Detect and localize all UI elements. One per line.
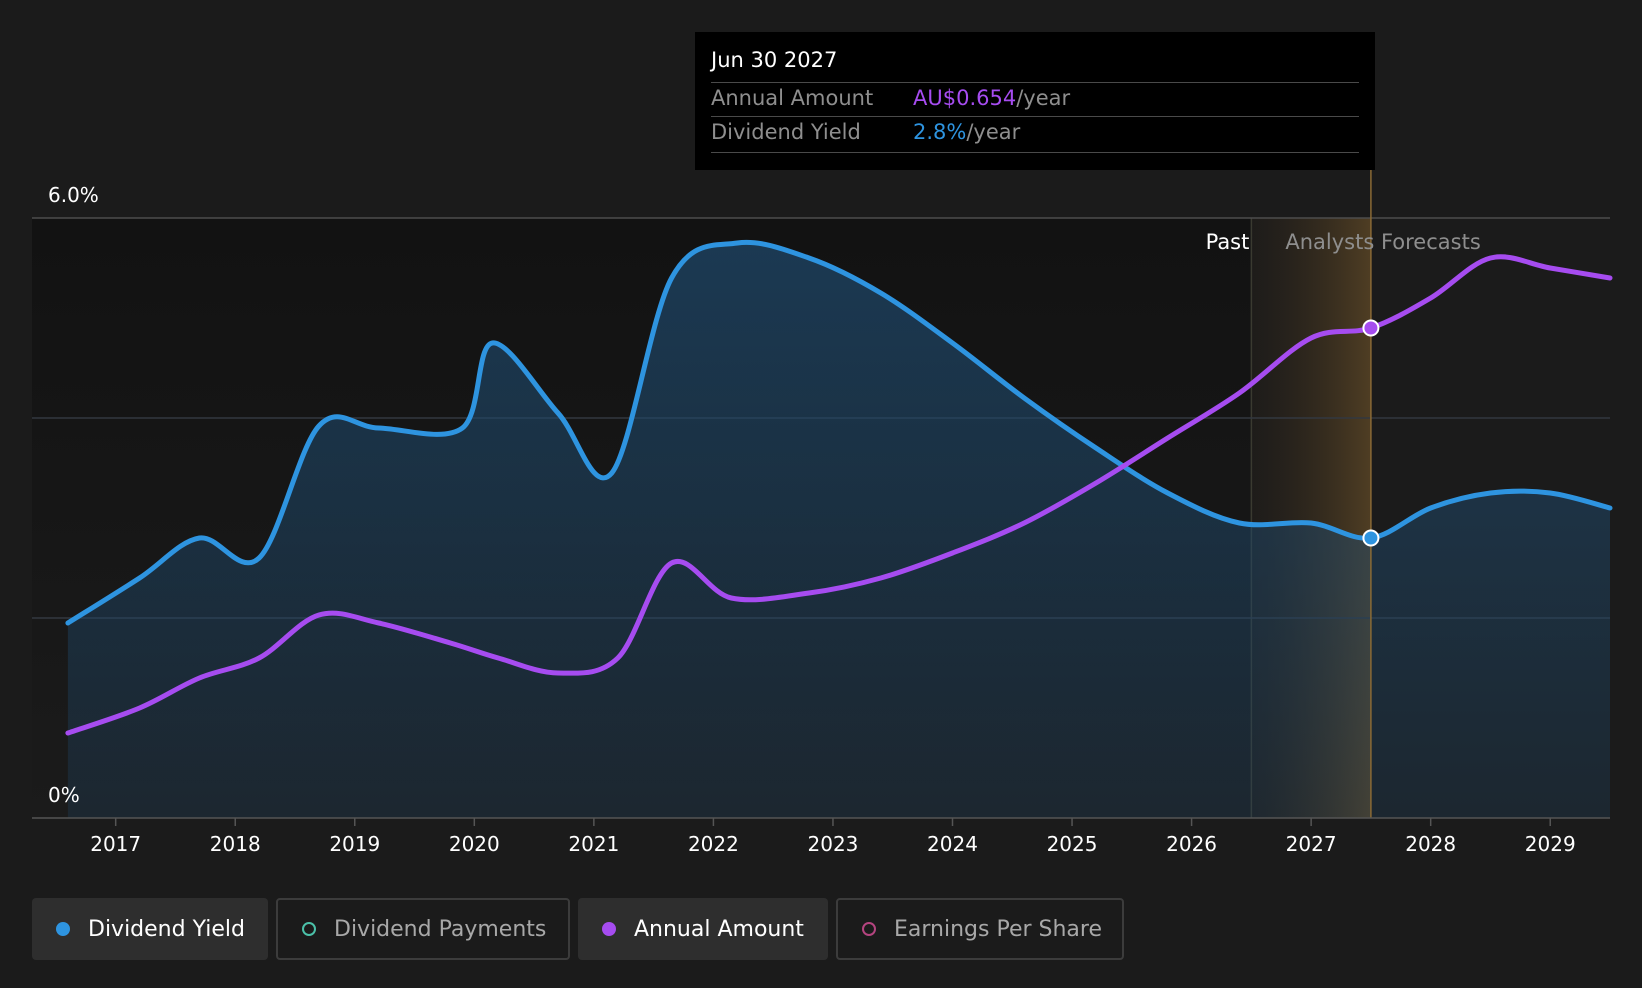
- x-tick-label: 2023: [808, 832, 859, 856]
- annual-amount-dot-icon: [602, 922, 616, 936]
- analysts-forecasts-label: Analysts Forecasts: [1285, 230, 1480, 254]
- legend-label: Dividend Yield: [88, 916, 245, 942]
- tooltip-date: Jun 30 2027: [711, 48, 838, 72]
- x-tick-label: 2018: [210, 832, 261, 856]
- annual-amount-highlight-point: [1362, 319, 1380, 337]
- past-label: Past: [1206, 230, 1250, 254]
- dividend-payments-ring-icon: [302, 922, 316, 936]
- tooltip-label: Dividend Yield: [711, 120, 861, 144]
- tooltip-unit: /year: [1016, 86, 1071, 110]
- tooltip-value: AU$0.654: [913, 86, 1017, 110]
- legend-label: Earnings Per Share: [894, 916, 1103, 942]
- y-tick-label: 0%: [48, 783, 80, 807]
- dividend-yield-highlight-point: [1362, 529, 1380, 547]
- tooltip-unit: /year: [966, 120, 1021, 144]
- tooltip-label: Annual Amount: [711, 86, 874, 110]
- x-tick-label: 2029: [1525, 832, 1576, 856]
- legend-dividend-yield[interactable]: Dividend Yield: [32, 898, 268, 960]
- x-tick-label: 2019: [329, 832, 380, 856]
- legend-annual-amount[interactable]: Annual Amount: [578, 898, 828, 960]
- x-tick-label: 2017: [90, 832, 141, 856]
- dividend-yield-dot-icon: [56, 922, 70, 936]
- y-tick-label: 6.0%: [48, 183, 99, 207]
- legend-label: Annual Amount: [634, 916, 804, 942]
- x-tick-label: 2026: [1166, 832, 1217, 856]
- tooltip-value: 2.8%: [913, 120, 967, 144]
- earnings-per-share-ring-icon: [862, 922, 876, 936]
- chart-tooltip: Jun 30 2027 Annual Amount AU$0.654/year …: [695, 32, 1375, 170]
- x-tick-label: 2024: [927, 832, 978, 856]
- legend-earnings-per-share[interactable]: Earnings Per Share: [836, 898, 1124, 960]
- legend-label: Dividend Payments: [334, 916, 547, 942]
- legend-dividend-payments[interactable]: Dividend Payments: [276, 898, 570, 960]
- x-tick-label: 2020: [449, 832, 500, 856]
- x-tick-label: 2022: [688, 832, 739, 856]
- x-tick-label: 2025: [1047, 832, 1098, 856]
- x-tick-label: 2028: [1405, 832, 1456, 856]
- x-tick-label: 2027: [1286, 832, 1337, 856]
- x-tick-label: 2021: [568, 832, 619, 856]
